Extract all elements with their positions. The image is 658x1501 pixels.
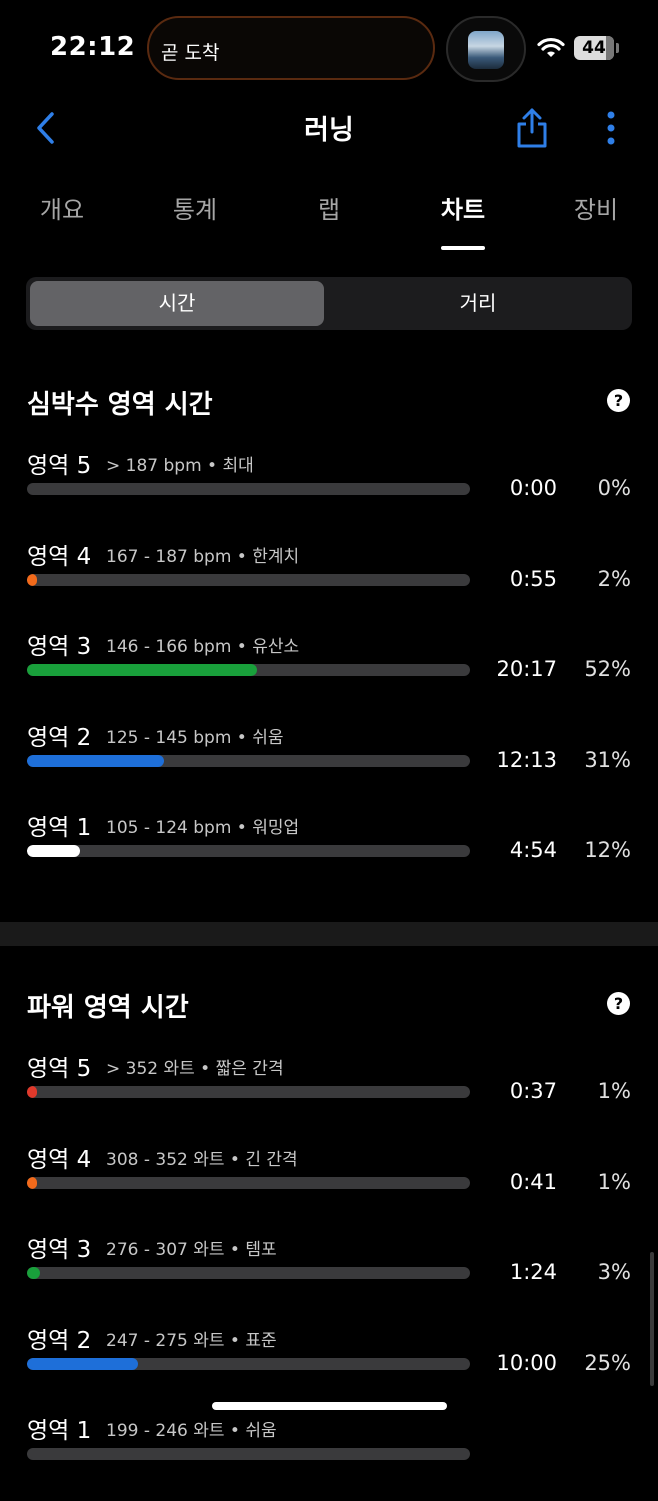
tab-stats[interactable]: 통계 — [145, 190, 245, 225]
battery-icon: 44 — [574, 36, 614, 60]
navigation-bar: 러닝 — [0, 96, 658, 160]
heart-zone-help-icon[interactable]: ? — [607, 389, 630, 412]
time-distance-segmented-control: 시간 거리 — [26, 277, 632, 330]
zone-bar-fill — [27, 845, 81, 857]
zone-bar-fill — [27, 754, 165, 767]
tab-charts[interactable]: 차트 — [413, 190, 513, 225]
zone-range: > 352 와트 • 짧은 간격 — [106, 1059, 284, 1079]
section-divider — [0, 922, 658, 946]
zone-bar-track — [27, 1176, 470, 1189]
zone-bar-fill — [27, 1267, 41, 1279]
tab-gear[interactable]: 장비 — [546, 190, 646, 225]
heart-zone-title: 심박수 영역 시간 — [27, 390, 213, 420]
zone-name: 영역 4 — [27, 543, 92, 570]
zone-percent: 1% — [597, 1169, 631, 1194]
zone-time: 10:00 — [496, 1350, 557, 1375]
zone-name: 영역 2 — [27, 724, 92, 751]
zone-name: 영역 2 — [27, 1327, 92, 1354]
active-tab-indicator — [441, 246, 485, 250]
zone-bar-track — [27, 754, 470, 767]
zone-range: 199 - 246 와트 • 쉬움 — [106, 1421, 277, 1441]
scrollbar[interactable] — [650, 1252, 654, 1386]
home-indicator[interactable] — [212, 1402, 447, 1410]
zone-percent: 2% — [597, 566, 631, 591]
zone-name: 영역 4 — [27, 1146, 92, 1173]
album-art-thumbnail — [468, 31, 504, 69]
zone-bar-track — [27, 1448, 470, 1460]
zone-range: > 187 bpm • 최대 — [106, 456, 254, 476]
zone-time: 0:00 — [509, 476, 557, 500]
zone-row: 영역 5 > 187 bpm • 최대 0:00 0% — [0, 446, 658, 536]
clock: 22:12 — [50, 32, 136, 62]
zone-row: 영역 4 167 - 187 bpm • 한계치 0:55 2% — [0, 537, 658, 627]
zone-percent: 3% — [597, 1260, 631, 1284]
zone-row: 영역 1 199 - 246 와트 • 쉬움 — [0, 1411, 658, 1501]
zone-row: 영역 2 125 - 145 bpm • 쉬움 12:13 31% — [0, 718, 658, 808]
zone-time: 12:13 — [496, 747, 557, 772]
segment-time[interactable]: 시간 — [30, 281, 324, 326]
segment-distance[interactable]: 거리 — [328, 281, 628, 326]
power-zone-title: 파워 영역 시간 — [27, 993, 189, 1023]
zone-time: 1:24 — [509, 1260, 557, 1284]
zone-percent: 52% — [584, 657, 631, 681]
zone-time: 4:54 — [509, 838, 557, 862]
zone-name: 영역 5 — [27, 453, 92, 479]
zone-percent: 0% — [597, 476, 631, 500]
zone-row: 영역 2 247 - 275 와트 • 표준 10:00 25% — [0, 1321, 658, 1411]
zone-bar-fill — [27, 1176, 37, 1189]
zone-bar-fill — [27, 1357, 138, 1370]
zone-bar-track — [27, 483, 470, 495]
zone-time: 0:55 — [509, 566, 557, 591]
zone-time: 0:41 — [509, 1169, 557, 1194]
battery-level: 44 — [582, 38, 606, 58]
tab-bar: 개요 통계 랩 차트 장비 — [0, 186, 658, 256]
zone-row: 영역 4 308 - 352 와트 • 긴 간격 0:41 1% — [0, 1140, 658, 1230]
zone-range: 167 - 187 bpm • 한계치 — [106, 546, 300, 567]
zone-bar-track — [27, 1267, 470, 1279]
zone-bar-fill — [27, 1086, 37, 1098]
zone-name: 영역 1 — [27, 815, 92, 841]
zone-bar-track — [27, 1357, 470, 1370]
zone-row: 영역 5 > 352 와트 • 짧은 간격 0:37 1% — [0, 1049, 658, 1139]
zone-bar-fill — [27, 664, 258, 676]
wifi-icon — [537, 37, 565, 57]
now-playing-island[interactable] — [446, 16, 526, 82]
zone-range: 247 - 275 와트 • 표준 — [106, 1330, 277, 1351]
zone-name: 영역 3 — [27, 1237, 92, 1263]
zone-bar-track — [27, 1086, 470, 1098]
zone-percent: 25% — [584, 1350, 631, 1375]
power-zone-help-icon[interactable]: ? — [607, 992, 630, 1015]
more-options-icon[interactable] — [604, 108, 618, 148]
zone-range: 308 - 352 와트 • 긴 간격 — [106, 1149, 298, 1170]
zone-row: 영역 3 276 - 307 와트 • 템포 1:24 3% — [0, 1230, 658, 1320]
live-activity-text: 곧 도착 — [161, 42, 220, 64]
zone-name: 영역 3 — [27, 634, 92, 660]
zone-bar-fill — [27, 573, 37, 586]
page-title: 러닝 — [304, 115, 354, 146]
zone-percent: 12% — [584, 838, 631, 862]
status-bar: 22:12 곧 도착 44 — [0, 0, 658, 96]
share-icon[interactable] — [514, 106, 550, 150]
zone-row: 영역 3 146 - 166 bpm • 유산소 20:17 52% — [0, 627, 658, 717]
zone-percent: 31% — [584, 747, 631, 772]
zone-percent: 1% — [597, 1079, 631, 1103]
tab-overview[interactable]: 개요 — [12, 190, 112, 225]
zone-name: 영역 1 — [27, 1418, 92, 1444]
zone-time: 0:37 — [509, 1079, 557, 1103]
live-activity-island[interactable]: 곧 도착 — [147, 16, 435, 80]
zone-bar-track — [27, 573, 470, 586]
tab-laps[interactable]: 랩 — [279, 190, 379, 225]
zone-time: 20:17 — [496, 657, 557, 681]
zone-name: 영역 5 — [27, 1056, 92, 1082]
zone-bar-track — [27, 845, 470, 857]
zone-range: 105 - 124 bpm • 워밍업 — [106, 818, 300, 838]
zone-row: 영역 1 105 - 124 bpm • 워밍업 4:54 12% — [0, 808, 658, 898]
zone-range: 125 - 145 bpm • 쉬움 — [106, 727, 284, 748]
zone-range: 276 - 307 와트 • 템포 — [106, 1240, 277, 1260]
zone-range: 146 - 166 bpm • 유산소 — [106, 637, 300, 657]
zone-bar-track — [27, 664, 470, 676]
